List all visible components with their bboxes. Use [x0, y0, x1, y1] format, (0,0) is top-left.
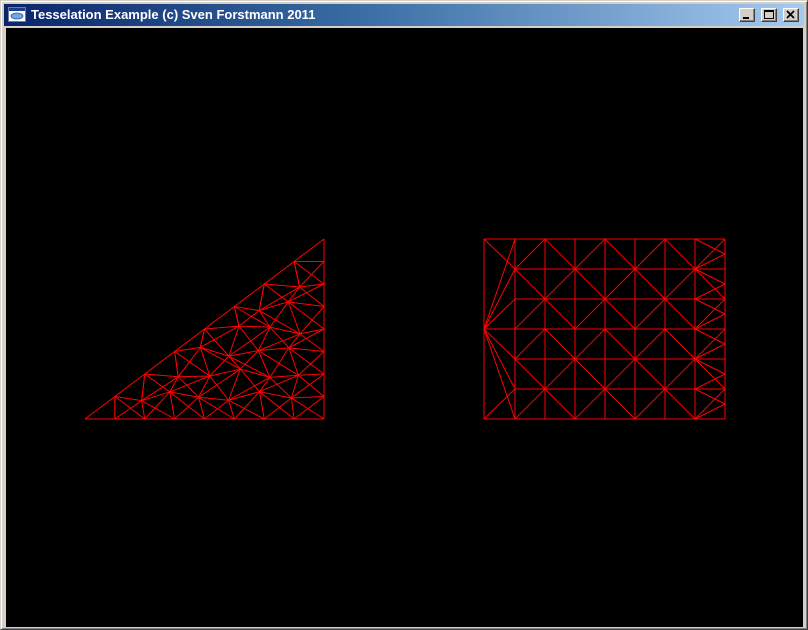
minimize-icon: [740, 9, 754, 21]
maximize-icon: [762, 9, 776, 21]
close-button[interactable]: [783, 8, 799, 22]
app-window-icon[interactable]: [8, 7, 26, 22]
tessellated-triangle: [85, 239, 324, 419]
maximize-button[interactable]: [761, 8, 777, 22]
window-title: Tesselation Example (c) Sven Forstmann 2…: [31, 7, 315, 23]
title-bar[interactable]: Tesselation Example (c) Sven Forstmann 2…: [4, 4, 804, 26]
application-window: Tesselation Example (c) Sven Forstmann 2…: [0, 0, 808, 630]
minimize-button[interactable]: [739, 8, 755, 22]
opengl-viewport[interactable]: [6, 28, 803, 627]
tessellated-quad: [484, 239, 725, 419]
close-icon: [784, 9, 798, 21]
